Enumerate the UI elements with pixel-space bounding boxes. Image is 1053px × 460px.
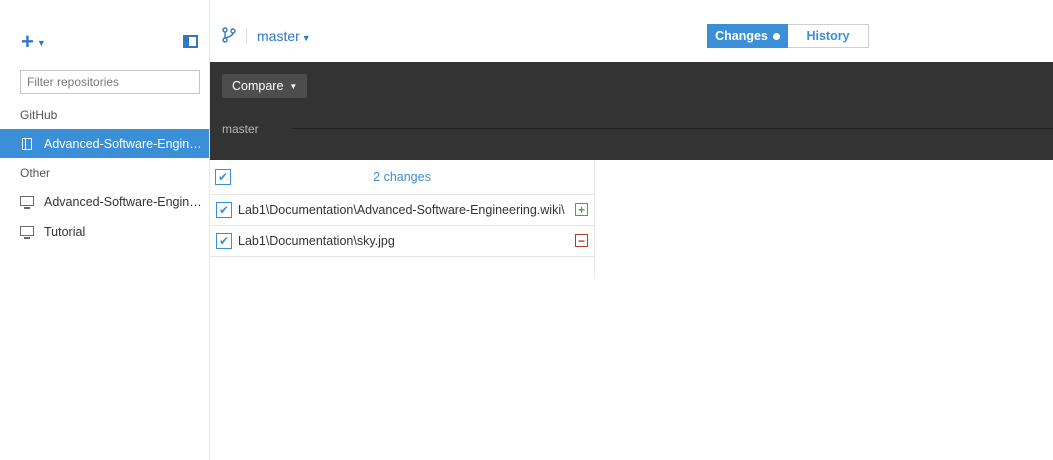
file-row[interactable]: ✔ Lab1\Documentation\Advanced-Software-E… [210,195,594,226]
sidebar: + ▼ GitHub Advanced-Software-Enginee... … [0,0,210,460]
history-timeline-area: Compare ▼ master [210,62,1053,160]
branch-icon [222,27,236,46]
changes-indicator-dot [772,32,780,40]
changes-panel: ✔ 2 changes ✔ Lab1\Documentation\Advance… [210,160,595,278]
check-icon: ✔ [218,203,230,217]
compare-button[interactable]: Compare ▼ [222,74,308,98]
chevron-down-icon: ▼ [289,81,298,91]
file-checkbox[interactable]: ✔ [216,202,232,218]
repo-item-advanced-software-engineering-local[interactable]: Advanced-Software-Enginee... [0,187,209,216]
filter-repositories-input[interactable] [20,70,200,94]
compare-label: Compare [232,79,284,93]
file-path: Lab1\Documentation\sky.jpg [238,234,395,248]
toggle-sidebar-icon[interactable] [183,35,198,48]
repo-item-advanced-software-engineering-github[interactable]: Advanced-Software-Enginee... [0,129,209,158]
chevron-down-icon: ▼ [301,33,311,43]
top-bar: master ▼ Changes History [210,0,1053,62]
group-label-github: GitHub [20,108,58,122]
timeline-line [292,128,1053,129]
branch-name: master [257,28,300,44]
repo-label: Tutorial [44,224,86,239]
branch-selector[interactable]: master ▼ [257,28,311,44]
removed-icon: − [575,234,588,247]
changes-count: 2 changes [373,170,431,184]
view-switcher: Changes History [707,24,869,48]
file-checkbox[interactable]: ✔ [216,233,232,249]
divider [246,28,247,44]
tab-label: History [806,29,850,43]
repo-label: Advanced-Software-Enginee... [44,194,204,209]
repo-item-tutorial[interactable]: Tutorial [0,217,209,246]
add-repository-button[interactable]: + ▼ [21,29,46,54]
check-icon: ✔ [218,234,230,248]
repo-book-icon [20,137,34,151]
tab-label: Changes [715,29,768,43]
monitor-icon [20,225,34,239]
repo-label: Advanced-Software-Enginee... [44,136,204,151]
chevron-down-icon: ▼ [36,38,46,48]
plus-icon: + [21,29,34,54]
monitor-icon [20,195,34,209]
file-row[interactable]: ✔ Lab1\Documentation\sky.jpg − [210,226,594,257]
tab-history[interactable]: History [788,24,869,48]
added-icon: + [575,203,588,216]
timeline-branch-label: master [222,122,259,136]
group-label-other: Other [20,166,51,180]
tab-changes[interactable]: Changes [707,24,788,48]
file-path: Lab1\Documentation\Advanced-Software-Eng… [238,203,565,217]
changes-header: ✔ 2 changes [210,160,594,195]
